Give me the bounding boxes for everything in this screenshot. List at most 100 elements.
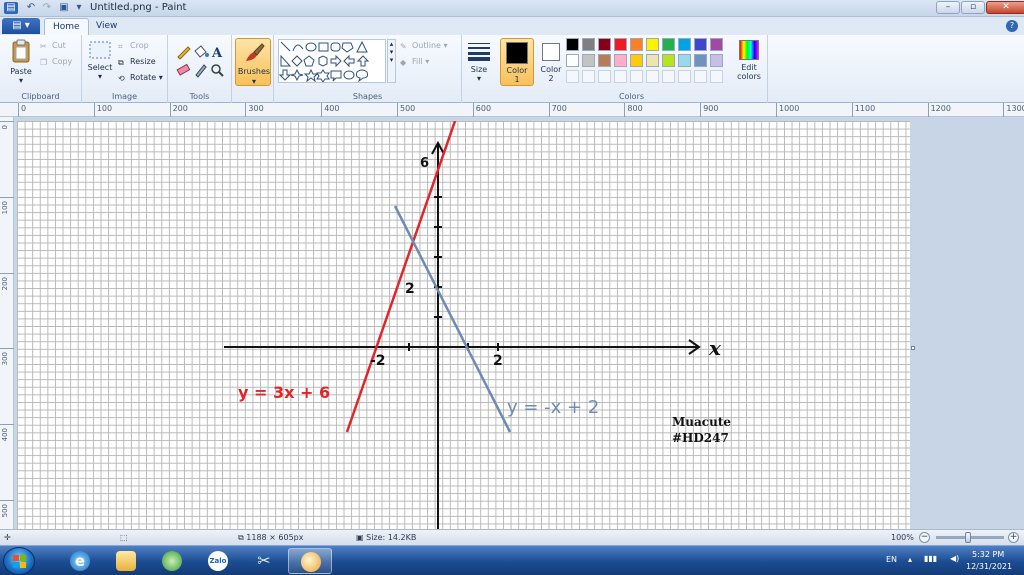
custom-color-slot[interactable] xyxy=(630,70,643,83)
custom-color-slot[interactable] xyxy=(614,70,627,83)
resize-button[interactable]: ⧉ Resize xyxy=(118,57,156,67)
palette-color-swatch[interactable] xyxy=(614,54,627,67)
pencil-icon[interactable] xyxy=(177,46,191,60)
taskbar-snipping-tool[interactable]: ✂ xyxy=(242,548,286,574)
language-indicator[interactable]: EN xyxy=(886,555,897,564)
cut-button[interactable]: ✂ Cut xyxy=(40,41,66,51)
zoom-out-button[interactable]: − xyxy=(919,532,930,543)
palette-color-swatch[interactable] xyxy=(566,54,579,67)
image-group-label: Image xyxy=(111,92,138,101)
canvas[interactable]: x 6 2 -2 2 y = 3x + 6 y = -x + 2 Muacute… xyxy=(17,121,910,529)
custom-color-slot[interactable] xyxy=(662,70,675,83)
copy-button[interactable]: ❐ Copy xyxy=(40,57,72,67)
paste-button[interactable]: Paste ▾ xyxy=(6,39,36,85)
palette-color-swatch[interactable] xyxy=(582,38,595,51)
redo-icon[interactable]: ↷ xyxy=(40,2,54,14)
system-tray: EN ▴ ▮▮▮ ◀) 5:32 PM 12/31/2021 xyxy=(874,546,1024,575)
signature-line2: #HD247 xyxy=(672,431,729,445)
clock-date[interactable]: 12/31/2021 xyxy=(966,562,1012,571)
zoom-slider-thumb[interactable] xyxy=(965,532,971,543)
ruler-tick-label: 900 xyxy=(703,104,719,113)
ruler-tick: 100 xyxy=(0,196,14,214)
palette-color-swatch[interactable] xyxy=(582,54,595,67)
palette-color-swatch[interactable] xyxy=(694,38,707,51)
palette-color-swatch[interactable] xyxy=(694,54,707,67)
palette-color-swatch[interactable] xyxy=(598,54,611,67)
palette-color-swatch[interactable] xyxy=(630,38,643,51)
ruler-tick-label: 300 xyxy=(1,352,9,366)
taskbar-internet-explorer[interactable]: e xyxy=(58,548,102,574)
ruler-tick: 200 xyxy=(169,103,188,117)
palette-color-swatch[interactable] xyxy=(598,38,611,51)
magnifier-icon[interactable] xyxy=(211,64,224,77)
taskbar: e Zalo ✂ EN ▴ ▮▮▮ ◀) 5:32 PM 12/31/2021 xyxy=(0,545,1024,575)
palette-color-swatch[interactable] xyxy=(710,38,723,51)
color-picker-icon[interactable] xyxy=(195,64,207,78)
save-icon[interactable]: ▣ xyxy=(57,2,71,14)
custom-color-slot[interactable] xyxy=(582,70,595,83)
palette-color-swatch[interactable] xyxy=(630,54,643,67)
network-icon[interactable]: ▮▮▮ xyxy=(924,554,937,563)
custom-color-slot[interactable] xyxy=(694,70,707,83)
colors-group: Color 1 Color 2 Edit colors Colors xyxy=(496,35,768,103)
volume-icon[interactable]: ◀) xyxy=(950,554,959,563)
palette-color-swatch[interactable] xyxy=(614,38,627,51)
maximize-button[interactable]: ▫ xyxy=(961,1,985,14)
size-button[interactable]: Size ▾ xyxy=(465,41,493,83)
undo-icon[interactable]: ↶ xyxy=(24,2,38,14)
shapes-gallery[interactable] xyxy=(278,39,386,83)
taskbar-zalo[interactable]: Zalo xyxy=(196,548,240,574)
palette-color-swatch[interactable] xyxy=(678,38,691,51)
rotate-button[interactable]: ⟲ Rotate ▾ xyxy=(118,73,163,83)
tab-view[interactable]: View xyxy=(88,18,125,35)
ruler-tick: 200 xyxy=(0,272,14,290)
taskbar-paint[interactable] xyxy=(288,548,332,574)
palette-color-swatch[interactable] xyxy=(662,38,675,51)
quick-access-dropdown-icon[interactable]: ▾ xyxy=(72,2,86,14)
color2-button[interactable]: Color 2 xyxy=(536,38,566,86)
zoom-in-button[interactable]: + xyxy=(1008,532,1019,543)
custom-color-slot[interactable] xyxy=(710,70,723,83)
text-icon[interactable]: A xyxy=(211,46,223,61)
palette-color-swatch[interactable] xyxy=(710,54,723,67)
edit-colors-button[interactable]: Edit colors xyxy=(732,38,766,86)
canvas-resize-handle[interactable] xyxy=(911,346,915,350)
shapes-scroll[interactable]: ▴ ▾ ▾ xyxy=(387,39,396,83)
color1-swatch xyxy=(506,42,528,64)
eraser-icon[interactable] xyxy=(176,63,191,76)
line-shape-icon xyxy=(280,41,291,52)
x-tick-neg2-label: -2 xyxy=(370,353,386,369)
palette-color-swatch[interactable] xyxy=(646,54,659,67)
tab-home[interactable]: Home xyxy=(44,18,89,35)
paint-app-icon[interactable]: ▤ xyxy=(4,2,18,14)
taskbar-file-explorer[interactable] xyxy=(104,548,148,574)
color1-button[interactable]: Color 1 xyxy=(500,38,534,86)
custom-color-slot[interactable] xyxy=(646,70,659,83)
minimize-button[interactable]: – xyxy=(936,1,960,14)
palette-color-swatch[interactable] xyxy=(662,54,675,67)
fill-button[interactable]: ◆ Fill ▾ xyxy=(400,57,429,67)
ruler-tick-label: 700 xyxy=(551,104,567,113)
start-button[interactable] xyxy=(3,547,35,575)
fill-bucket-icon[interactable] xyxy=(194,45,209,58)
help-icon[interactable]: ? xyxy=(1006,20,1018,32)
copy-label: Copy xyxy=(52,57,73,66)
palette-color-swatch[interactable] xyxy=(678,54,691,67)
pentagon-shape-icon xyxy=(303,55,315,67)
file-menu-button[interactable]: ▤ ▾ xyxy=(2,18,40,34)
custom-color-slot[interactable] xyxy=(678,70,691,83)
edit-colors-label: Edit xyxy=(741,63,757,72)
select-button[interactable]: Select ▾ xyxy=(86,41,114,81)
taskbar-coccoc[interactable] xyxy=(150,548,194,574)
clock-time[interactable]: 5:32 PM xyxy=(972,550,1004,559)
outline-button[interactable]: ✎ Outline ▾ xyxy=(400,41,448,51)
palette-color-swatch[interactable] xyxy=(646,38,659,51)
crop-button[interactable]: ⌗ Crop xyxy=(118,41,149,51)
palette-color-swatch[interactable] xyxy=(566,38,579,51)
custom-color-slot[interactable] xyxy=(598,70,611,83)
custom-color-slot[interactable] xyxy=(566,70,579,83)
tray-expand-icon[interactable]: ▴ xyxy=(908,555,912,564)
brushes-button[interactable]: Brushes ▾ xyxy=(235,38,271,86)
close-button[interactable]: ✕ xyxy=(986,1,1024,14)
x-axis-label: x xyxy=(708,336,722,360)
